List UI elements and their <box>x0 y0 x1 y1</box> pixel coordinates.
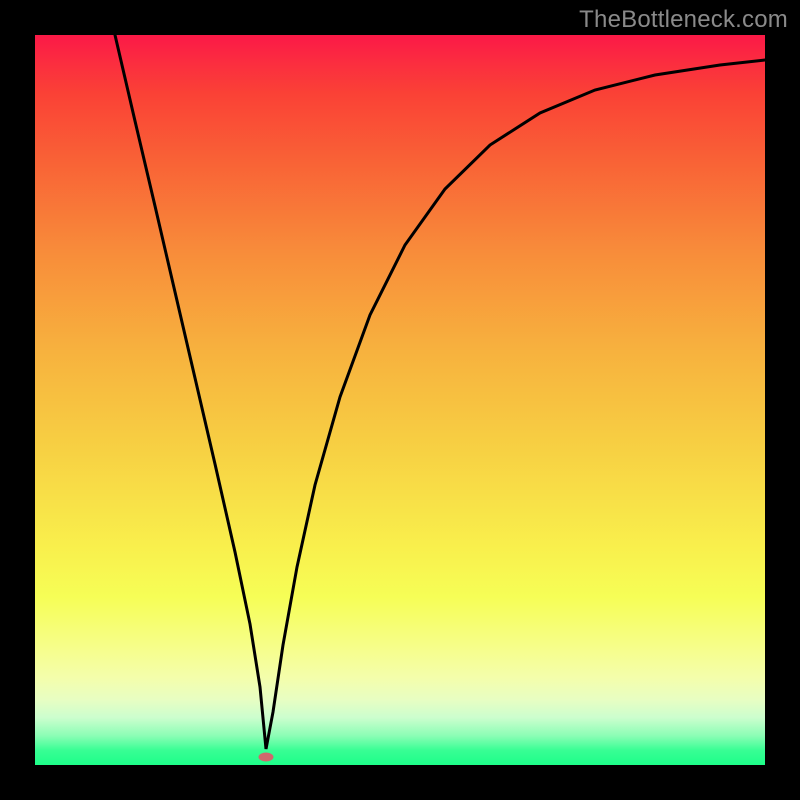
plot-area <box>35 35 765 765</box>
minimum-marker <box>259 753 274 762</box>
chart-frame: TheBottleneck.com <box>0 0 800 800</box>
bottleneck-curve <box>115 35 765 749</box>
watermark-text: TheBottleneck.com <box>579 6 788 34</box>
curve-svg <box>35 35 765 765</box>
